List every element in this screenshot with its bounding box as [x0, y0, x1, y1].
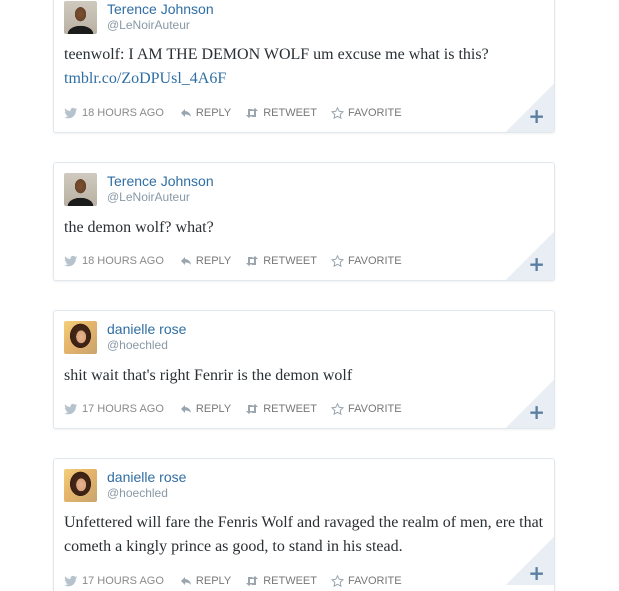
avatar[interactable]	[64, 1, 97, 34]
retweet-label: RETWEET	[263, 403, 317, 415]
reply-label: REPLY	[195, 107, 232, 119]
tweet-timeline: Terence Johnson @LeNoirAuteur teenwolf: …	[0, 0, 619, 591]
timestamp-label: 18 HOURS AGO	[82, 255, 164, 267]
plus-icon[interactable]: +	[528, 252, 545, 276]
tweet-text: the demon wolf? what?	[64, 216, 546, 240]
avatar[interactable]	[64, 321, 97, 354]
tweet-card: Terence Johnson @LeNoirAuteur the demon …	[53, 162, 555, 281]
star-outline-icon	[330, 575, 344, 587]
author-name[interactable]: Terence Johnson	[107, 1, 214, 17]
reply-arrow-icon	[180, 109, 191, 117]
avatar[interactable]	[64, 469, 97, 502]
tweet-link[interactable]: tmblr.co/ZoDPUsl_4A6F	[64, 67, 546, 91]
tweet-actions: 18 HOURS AGO REPLY RETWEET FAVORITE	[64, 105, 416, 121]
avatar[interactable]	[64, 173, 97, 206]
star-outline-icon	[330, 403, 344, 415]
retweet-arrows-icon	[246, 404, 259, 414]
author-handle[interactable]: @hoechled	[107, 338, 168, 352]
retweet-label: RETWEET	[263, 575, 317, 587]
reply-label: REPLY	[195, 255, 232, 267]
twitter-bird-icon	[64, 403, 77, 415]
tweet-card: Terence Johnson @LeNoirAuteur teenwolf: …	[53, 0, 555, 133]
timestamp[interactable]: 17 HOURS AGO	[64, 575, 164, 587]
author-handle[interactable]: @LeNoirAuteur	[107, 190, 190, 204]
reply-arrow-icon	[180, 257, 191, 265]
retweet-button[interactable]: RETWEET	[245, 575, 317, 587]
star-outline-icon	[330, 255, 344, 267]
plus-icon[interactable]: +	[528, 104, 545, 128]
retweet-arrows-icon	[246, 256, 259, 266]
plus-icon[interactable]: +	[528, 561, 545, 585]
reply-arrow-icon	[180, 405, 191, 413]
tweet-text: teenwolf: I AM THE DEMON WOLF um excuse …	[64, 43, 546, 91]
favorite-label: FAVORITE	[347, 575, 402, 587]
timestamp[interactable]: 18 HOURS AGO	[64, 255, 164, 267]
plus-icon[interactable]: +	[528, 400, 545, 424]
tweet-text: shit wait that's right Fenrir is the dem…	[64, 364, 546, 388]
timestamp[interactable]: 17 HOURS AGO	[64, 403, 164, 415]
star-outline-icon	[330, 107, 344, 119]
author-handle[interactable]: @hoechled	[107, 486, 168, 500]
favorite-button[interactable]: FAVORITE	[330, 255, 402, 267]
timestamp[interactable]: 18 HOURS AGO	[64, 107, 164, 119]
tweet-body: Unfettered will fare the Fenris Wolf and…	[64, 514, 544, 555]
twitter-bird-icon	[64, 107, 77, 119]
tweet-actions: 17 HOURS AGO REPLY RETWEET FAVORITE	[64, 401, 416, 417]
twitter-bird-icon	[64, 575, 77, 587]
reply-label: REPLY	[195, 575, 232, 587]
author-name[interactable]: danielle rose	[107, 321, 186, 337]
reply-button[interactable]: REPLY	[180, 255, 231, 267]
tweet-body: the demon wolf? what?	[64, 219, 214, 236]
retweet-label: RETWEET	[263, 255, 317, 267]
author-name[interactable]: Terence Johnson	[107, 173, 214, 189]
favorite-button[interactable]: FAVORITE	[330, 575, 402, 587]
tweet-body: teenwolf: I AM THE DEMON WOLF um excuse …	[64, 46, 489, 63]
tweet-card: danielle rose @hoechled Unfettered will …	[53, 458, 555, 591]
timestamp-label: 17 HOURS AGO	[82, 403, 164, 415]
favorite-label: FAVORITE	[347, 403, 402, 415]
retweet-button[interactable]: RETWEET	[245, 107, 317, 119]
tweet-actions: 18 HOURS AGO REPLY RETWEET FAVORITE	[64, 253, 416, 269]
tweet-actions: 17 HOURS AGO REPLY RETWEET FAVORITE	[64, 573, 416, 589]
favorite-button[interactable]: FAVORITE	[330, 403, 402, 415]
author-handle[interactable]: @LeNoirAuteur	[107, 18, 190, 32]
favorite-label: FAVORITE	[347, 107, 402, 119]
retweet-button[interactable]: RETWEET	[245, 403, 317, 415]
reply-button[interactable]: REPLY	[180, 403, 231, 415]
tweet-card: danielle rose @hoechled shit wait that's…	[53, 310, 555, 429]
reply-label: REPLY	[195, 403, 232, 415]
twitter-bird-icon	[64, 255, 77, 267]
retweet-arrows-icon	[246, 108, 259, 118]
favorite-button[interactable]: FAVORITE	[330, 107, 402, 119]
tweet-text: Unfettered will fare the Fenris Wolf and…	[64, 511, 546, 559]
timestamp-label: 17 HOURS AGO	[82, 575, 164, 587]
retweet-button[interactable]: RETWEET	[245, 255, 317, 267]
reply-arrow-icon	[180, 577, 191, 585]
author-name[interactable]: danielle rose	[107, 469, 186, 485]
timestamp-label: 18 HOURS AGO	[82, 107, 164, 119]
reply-button[interactable]: REPLY	[180, 107, 231, 119]
reply-button[interactable]: REPLY	[180, 575, 231, 587]
retweet-arrows-icon	[246, 576, 259, 586]
retweet-label: RETWEET	[263, 107, 317, 119]
tweet-body: shit wait that's right Fenrir is the dem…	[64, 367, 353, 384]
favorite-label: FAVORITE	[347, 255, 402, 267]
